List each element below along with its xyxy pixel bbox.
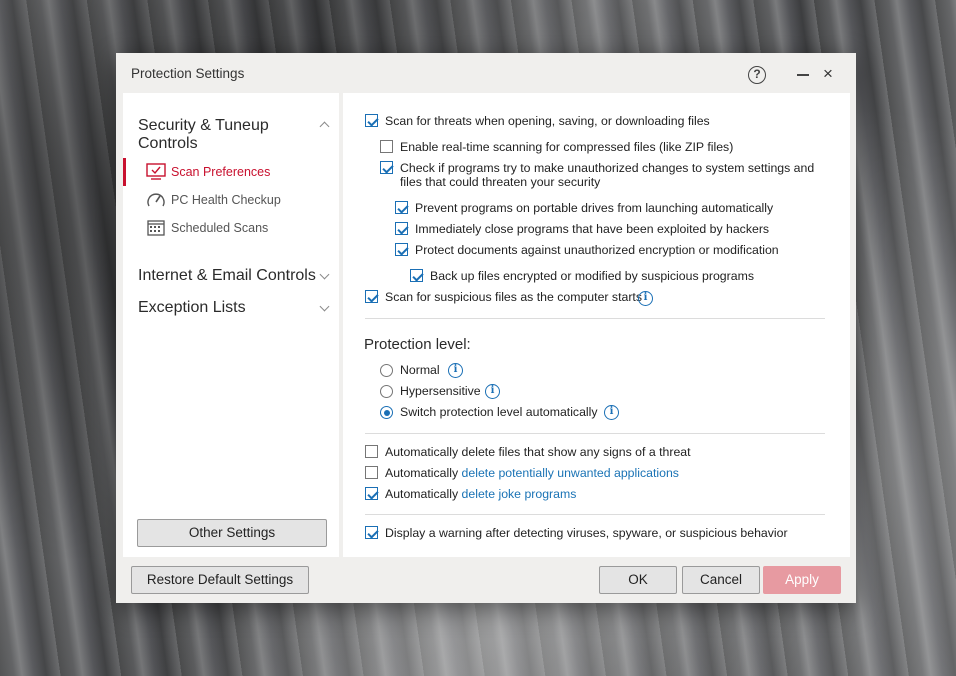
delete-pua-checkbox[interactable] [365,466,378,479]
active-indicator [123,158,126,186]
protect-docs-checkbox[interactable] [395,243,408,256]
calendar-icon [146,219,166,237]
normal-radio[interactable] [380,364,393,377]
info-icon[interactable]: i [604,405,619,420]
help-icon[interactable]: ? [748,66,766,84]
check-programs-label-line2: files that could threaten your security [400,175,601,189]
ok-button[interactable]: OK [599,566,677,594]
auto-level-radio[interactable] [380,406,393,419]
sidebar-item-label: PC Health Checkup [171,193,281,207]
nav-group-internet-email[interactable]: Internet & Email Controls [138,267,316,285]
check-programs-label-line1: Check if programs try to make unauthoriz… [400,161,815,175]
sidebar-item-scheduled-scans[interactable]: Scheduled Scans [123,214,339,242]
prevent-portable-label: Prevent programs on portable drives from… [415,201,774,215]
delete-pua-label: Automatically delete potentially unwante… [385,466,679,480]
scan-preferences-panel: Scan for threats when opening, saving, o… [343,93,850,557]
sidebar-item-pc-health-checkup[interactable]: PC Health Checkup [123,186,339,214]
delete-pua-link[interactable]: delete potentially unwanted applications [462,466,679,480]
nav-group-security-tuneup[interactable]: Security & Tuneup Controls [138,117,288,153]
info-icon[interactable]: i [485,384,500,399]
window-title: Protection Settings [131,66,245,81]
cancel-button[interactable]: Cancel [682,566,760,594]
sidebar: Security & Tuneup Controls Scan Preferen… [123,93,339,557]
gauge-icon [146,191,166,209]
title-bar: Protection Settings ? × [116,53,856,93]
backup-files-label: Back up files encrypted or modified by s… [430,269,754,283]
protection-settings-window: Protection Settings ? × Security & Tuneu… [116,53,856,603]
prevent-portable-checkbox[interactable] [395,201,408,214]
close-icon[interactable]: × [823,65,837,83]
normal-label: Normal [400,363,440,377]
delete-joke-label: Automatically delete joke programs [385,487,576,501]
delete-threat-files-label: Automatically delete files that show any… [385,445,691,459]
scan-threats-checkbox[interactable] [365,114,378,127]
scan-startup-label: Scan for suspicious files as the compute… [385,290,642,304]
chevron-down-icon[interactable] [319,269,330,280]
minimize-icon[interactable] [797,74,809,76]
delete-pua-prefix: Automatically [385,466,462,480]
protection-level-heading: Protection level: [364,336,471,353]
realtime-zip-label: Enable real-time scanning for compressed… [400,140,734,154]
scan-threats-label: Scan for threats when opening, saving, o… [385,114,710,128]
delete-joke-prefix: Automatically [385,487,462,501]
sidebar-item-label: Scheduled Scans [171,221,269,235]
delete-joke-checkbox[interactable] [365,487,378,500]
sidebar-item-label: Scan Preferences [171,165,271,179]
auto-level-label: Switch protection level automatically [400,405,598,419]
realtime-zip-checkbox[interactable] [380,140,393,153]
restore-defaults-button[interactable]: Restore Default Settings [131,566,309,594]
sidebar-item-scan-preferences[interactable]: Scan Preferences [123,158,339,186]
divider [365,318,825,319]
nav-group-exception-lists[interactable]: Exception Lists [138,299,246,317]
chevron-down-icon[interactable] [319,301,330,312]
check-programs-checkbox[interactable] [380,161,393,174]
other-settings-button[interactable]: Other Settings [137,519,327,547]
close-exploited-checkbox[interactable] [395,222,408,235]
close-exploited-label: Immediately close programs that have bee… [415,222,770,236]
display-warning-label: Display a warning after detecting viruse… [385,526,788,540]
info-icon[interactable]: i [448,363,463,378]
hypersensitive-radio[interactable] [380,385,393,398]
monitor-check-icon [146,163,166,181]
apply-button[interactable]: Apply [763,566,841,594]
info-icon[interactable]: i [638,291,653,306]
backup-files-checkbox[interactable] [410,269,423,282]
divider [365,514,825,515]
protect-docs-label: Protect documents against unauthorized e… [415,243,779,257]
display-warning-checkbox[interactable] [365,526,378,539]
delete-joke-link[interactable]: delete joke programs [462,487,577,501]
hypersensitive-label: Hypersensitive [400,384,481,398]
chevron-up-icon[interactable] [319,121,330,132]
divider [365,433,825,434]
scan-startup-checkbox[interactable] [365,290,378,303]
delete-threat-files-checkbox[interactable] [365,445,378,458]
